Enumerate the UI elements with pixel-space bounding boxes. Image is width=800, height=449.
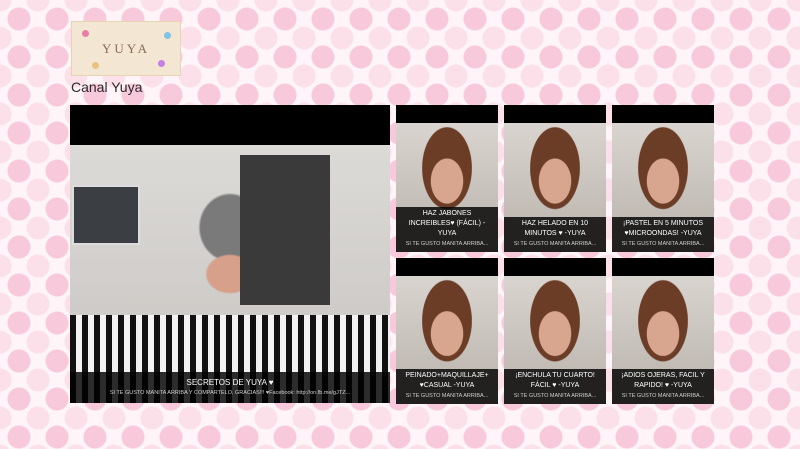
video-title: SECRETOS DE YUYA ♥ [186,378,274,387]
video-caption: ¡PASTEL EN 5 MINUTOS ♥MICROONDAS! -Yuya … [612,217,714,252]
shelf-prop [240,155,330,305]
tile-top-bar [396,105,498,123]
video-caption: SECRETOS DE YUYA ♥ SI TE GUSTO MANITA AR… [70,372,390,403]
video-tile[interactable]: HAZ HELADO EN 10 MINUTOS ♥ -Yuya SI TE G… [504,105,606,252]
video-title: ¡ADIOS OJERAS, FACIL Y RAPIDO! ♥ -Yuya [621,372,705,389]
video-description: SI TE GUSTO MANITA ARRIBA Y COMPARTELO, … [109,390,351,396]
flower-decoration [92,62,99,69]
flower-decoration [158,60,165,67]
tile-top-bar [612,105,714,123]
logo-text: YUYA [101,40,151,56]
video-tile[interactable]: ¡ENCHULA TU CUARTO! FÁCIL ♥ -Yuya SI TE … [504,258,606,404]
video-title: HAZ HELADO EN 10 MINUTOS ♥ -Yuya [521,220,589,237]
monitor-prop [72,185,140,245]
video-title: ¡ENCHULA TU CUARTO! FÁCIL ♥ -Yuya [515,372,595,389]
tile-top-bar [504,105,606,123]
video-description: SI TE GUSTO MANITA ARRIBA... [513,241,597,247]
video-tile[interactable]: PEINADO+MAQUILLAJE+ ♥CASUAL -Yuya SI TE … [396,258,498,404]
flower-decoration [82,30,89,37]
video-caption: PEINADO+MAQUILLAJE+ ♥CASUAL -Yuya SI TE … [396,369,498,404]
video-description: SI TE GUSTO MANITA ARRIBA... [621,241,705,247]
video-description: SI TE GUSTO MANITA ARRIBA... [405,393,489,399]
video-tile[interactable]: HAZ JABONES INCREIBLES♥ (FÁCIL) -Yuya SI… [396,105,498,252]
flower-decoration [164,32,171,39]
tile-top-bar [396,258,498,276]
video-caption: ¡ENCHULA TU CUARTO! FÁCIL ♥ -Yuya SI TE … [504,369,606,404]
featured-video-tile[interactable]: SECRETOS DE YUYA ♥ SI TE GUSTO MANITA AR… [70,105,390,403]
channel-title: Canal Yuya [71,79,143,95]
video-description: SI TE GUSTO MANITA ARRIBA... [621,393,705,399]
video-description: SI TE GUSTO MANITA ARRIBA... [405,241,489,247]
video-tile[interactable]: ¡PASTEL EN 5 MINUTOS ♥MICROONDAS! -Yuya … [612,105,714,252]
video-tile[interactable]: ¡ADIOS OJERAS, FACIL Y RAPIDO! ♥ -Yuya S… [612,258,714,404]
tile-top-bar [504,258,606,276]
video-title: ¡PASTEL EN 5 MINUTOS ♥MICROONDAS! -Yuya [623,220,703,237]
tile-top-bar [70,105,390,145]
video-title: PEINADO+MAQUILLAJE+ ♥CASUAL -Yuya [405,372,489,389]
video-description: SI TE GUSTO MANITA ARRIBA... [513,393,597,399]
video-thumbnail [70,145,390,403]
tile-top-bar [612,258,714,276]
video-caption: HAZ JABONES INCREIBLES♥ (FÁCIL) -Yuya SI… [396,207,498,252]
channel-logo: YUYA [71,21,181,76]
video-title: HAZ JABONES INCREIBLES♥ (FÁCIL) -Yuya [408,210,486,237]
video-caption: HAZ HELADO EN 10 MINUTOS ♥ -Yuya SI TE G… [504,217,606,252]
video-caption: ¡ADIOS OJERAS, FACIL Y RAPIDO! ♥ -Yuya S… [612,369,714,404]
